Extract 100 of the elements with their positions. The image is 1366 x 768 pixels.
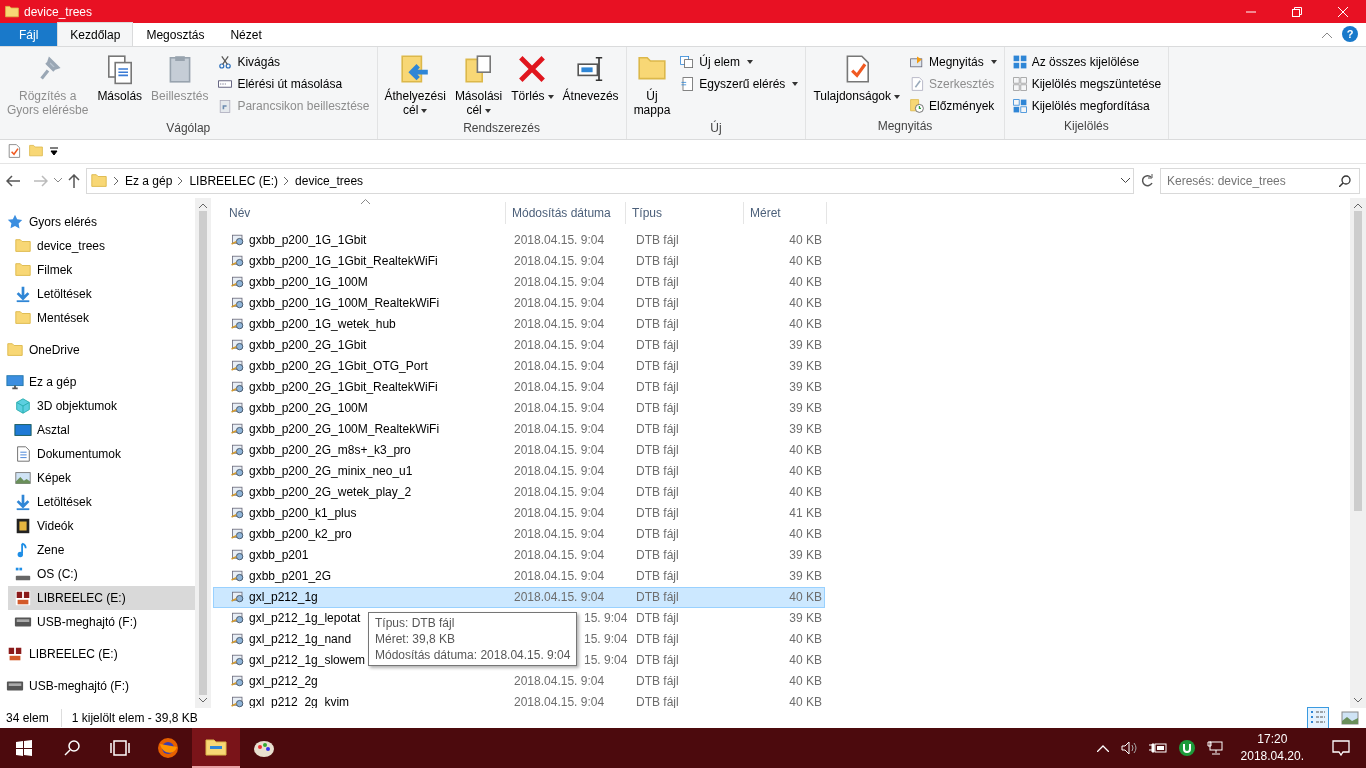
sd-card-icon bbox=[14, 588, 32, 607]
ribbon-button[interactable]: Új elem bbox=[676, 51, 802, 73]
ribbon-button[interactable]: Átnevezés bbox=[559, 51, 622, 119]
ribbon-button[interactable]: Egyszerű elérés bbox=[676, 73, 802, 95]
ribbon-button[interactable]: Másolási cél bbox=[451, 51, 506, 119]
file-name[interactable]: gxl_p212_2g_kvim bbox=[249, 693, 350, 708]
ribbon-tab[interactable]: Kezdőlap bbox=[57, 22, 134, 46]
breadcrumb[interactable]: Ez a gép bbox=[125, 171, 173, 190]
scroll-up-icon[interactable] bbox=[199, 202, 207, 208]
nav-item[interactable]: Ez a gép bbox=[0, 369, 195, 394]
file-name[interactable]: gxbb_p200_2G_100M_RealtekWiFi bbox=[249, 420, 440, 438]
file-gear-icon bbox=[230, 631, 246, 647]
file-name[interactable]: gxbb_p200_2G_100M bbox=[249, 399, 368, 417]
type-cell: DTB fájl bbox=[636, 695, 679, 708]
nav-item[interactable]: Asztal bbox=[8, 417, 195, 442]
nav-item[interactable]: Képek bbox=[8, 465, 195, 490]
ribbon-button[interactable]: Megnyitás bbox=[906, 51, 1000, 73]
scroll-down-icon[interactable] bbox=[199, 698, 207, 703]
file-name[interactable]: gxbb_p201 bbox=[249, 546, 309, 564]
scroll-down-icon[interactable] bbox=[1354, 698, 1362, 703]
column-header[interactable]: Típus bbox=[626, 201, 744, 224]
file-name[interactable]: gxbb_p200_1G_wetek_hub bbox=[249, 315, 396, 333]
torrent-client-icon[interactable] bbox=[1178, 740, 1195, 756]
nav-item[interactable]: Zene bbox=[8, 537, 195, 562]
nav-item[interactable]: device_trees bbox=[8, 233, 195, 258]
scrollbar[interactable] bbox=[195, 197, 211, 708]
column-header[interactable]: Név bbox=[211, 201, 506, 224]
ribbon-button[interactable]: Törlés bbox=[508, 51, 557, 119]
nav-item[interactable]: Filmek bbox=[8, 257, 195, 282]
chevron-up-icon[interactable] bbox=[1096, 744, 1109, 752]
chevron-down-icon[interactable] bbox=[1121, 178, 1130, 184]
search-box[interactable]: Keresés: device_trees bbox=[1160, 167, 1360, 194]
ribbon-button[interactable]: Áthelyezési cél bbox=[381, 51, 449, 119]
type-cell: DTB fájl bbox=[636, 254, 679, 268]
file-name[interactable]: gxbb_p200_k1_plus bbox=[249, 504, 357, 522]
nav-item[interactable]: Gyors elérés bbox=[0, 209, 195, 234]
nav-item[interactable]: USB-meghajtó (F:) bbox=[0, 673, 195, 698]
file-name[interactable]: gxbb_p200_2G_minix_neo_u1 bbox=[249, 462, 413, 480]
network-icon[interactable] bbox=[1206, 741, 1223, 755]
clock-date[interactable]: 2018.04.20. bbox=[1240, 748, 1304, 765]
notification-icon[interactable] bbox=[1332, 740, 1350, 756]
battery-icon[interactable] bbox=[1148, 742, 1167, 754]
file-name[interactable]: gxbb_p200_1G_1Gbit bbox=[249, 231, 367, 249]
file-row[interactable]: gxl_p212_1g 2018.04.15. 9:04 DTB fájl 40 KB bbox=[213, 586, 825, 608]
ribbon-tab[interactable]: Megosztás bbox=[133, 23, 218, 46]
ribbon-button[interactable]: Kivágás bbox=[214, 51, 373, 73]
ribbon-button[interactable]: Kijelölés megfordítása bbox=[1008, 95, 1165, 117]
nav-item[interactable]: LIBREELEC (E:) bbox=[0, 641, 195, 666]
file-name[interactable]: gxl_p212_1g_nand bbox=[249, 630, 352, 648]
nav-item[interactable]: Dokumentumok bbox=[8, 441, 195, 466]
ribbon-button[interactable]: Elérési út másolása bbox=[214, 73, 373, 95]
back-arrow-icon[interactable] bbox=[6, 174, 20, 187]
nav-item[interactable]: Videók bbox=[8, 513, 195, 538]
file-name[interactable]: gxl_p212_1g_slowem bbox=[249, 651, 366, 669]
ribbon-button[interactable]: Előzmények bbox=[906, 95, 1000, 117]
clock-time[interactable]: 17:20 bbox=[1240, 731, 1304, 748]
file-name[interactable]: gxbb_p200_1G_100M_RealtekWiFi bbox=[249, 294, 440, 312]
scrollbar[interactable] bbox=[1350, 197, 1366, 708]
file-name[interactable]: gxbb_p201_2G bbox=[249, 567, 332, 585]
column-header[interactable]: Méret bbox=[744, 201, 827, 224]
ribbon-button[interactable]: Másolás bbox=[94, 51, 146, 119]
file-name[interactable]: gxl_p212_1g bbox=[249, 588, 318, 606]
nav-item[interactable]: USB-meghajtó (F:) bbox=[8, 609, 195, 634]
nav-item[interactable]: Letöltések bbox=[8, 281, 195, 306]
ribbon-tab[interactable]: Fájl bbox=[0, 23, 58, 46]
ribbon-button[interactable]: Kijelölés megszüntetése bbox=[1008, 73, 1165, 95]
nav-item[interactable]: Letöltések bbox=[8, 489, 195, 514]
file-name[interactable]: gxl_p212_2g bbox=[249, 672, 318, 690]
file-name[interactable]: gxbb_p200_2G_1Gbit_RealtekWiFi bbox=[249, 378, 438, 396]
scroll-up-icon[interactable] bbox=[1354, 202, 1362, 208]
file-name[interactable]: gxl_p212_1g_lepotat bbox=[249, 609, 361, 627]
file-name[interactable]: gxbb_p200_1G_1Gbit_RealtekWiFi bbox=[249, 252, 438, 270]
ribbon-button[interactable]: Az összes kijelölése bbox=[1008, 51, 1165, 73]
file-explorer-taskbar-button[interactable] bbox=[192, 728, 240, 768]
breadcrumb[interactable]: LIBREELEC (E:) bbox=[189, 171, 279, 190]
nav-item[interactable]: LIBREELEC (E:) bbox=[8, 585, 195, 610]
customize-icon[interactable] bbox=[50, 147, 58, 156]
column-header[interactable]: Módosítás dátuma bbox=[506, 201, 626, 224]
nav-item[interactable]: OneDrive bbox=[0, 337, 195, 362]
breadcrumb[interactable]: device_trees bbox=[295, 171, 364, 190]
file-name[interactable]: gxbb_p200_2G_m8s+_k3_pro bbox=[249, 441, 411, 459]
address-bar[interactable]: Ez a gép LIBREELEC (E:) device_trees bbox=[86, 167, 1134, 194]
ribbon-button[interactable]: Új mappa bbox=[630, 51, 674, 119]
nav-item[interactable]: 3D objektumok bbox=[8, 393, 195, 418]
collapse-ribbon-icon[interactable] bbox=[1322, 32, 1332, 38]
nav-item[interactable]: Mentések bbox=[8, 305, 195, 330]
ribbon-tab[interactable]: Nézet bbox=[217, 23, 275, 46]
speaker-icon[interactable] bbox=[1120, 741, 1137, 755]
ribbon-button[interactable]: Tulajdonságok bbox=[810, 51, 903, 117]
details-view-icon[interactable] bbox=[1308, 708, 1328, 728]
up-arrow-icon[interactable] bbox=[68, 173, 80, 188]
nav-item[interactable]: OS (C:) bbox=[8, 561, 195, 586]
file-name[interactable]: gxbb_p200_2G_wetek_play_2 bbox=[249, 483, 412, 501]
file-name[interactable]: gxbb_p200_2G_1Gbit_OTG_Port bbox=[249, 357, 428, 375]
refresh-icon[interactable] bbox=[1140, 173, 1154, 188]
file-name[interactable]: gxbb_p200_k2_pro bbox=[249, 525, 352, 543]
file-name[interactable]: gxbb_p200_2G_1Gbit bbox=[249, 336, 367, 354]
help-icon[interactable]: ? bbox=[1342, 26, 1358, 42]
thumbnails-view-icon[interactable] bbox=[1340, 708, 1360, 728]
file-name[interactable]: gxbb_p200_1G_100M bbox=[249, 273, 368, 291]
